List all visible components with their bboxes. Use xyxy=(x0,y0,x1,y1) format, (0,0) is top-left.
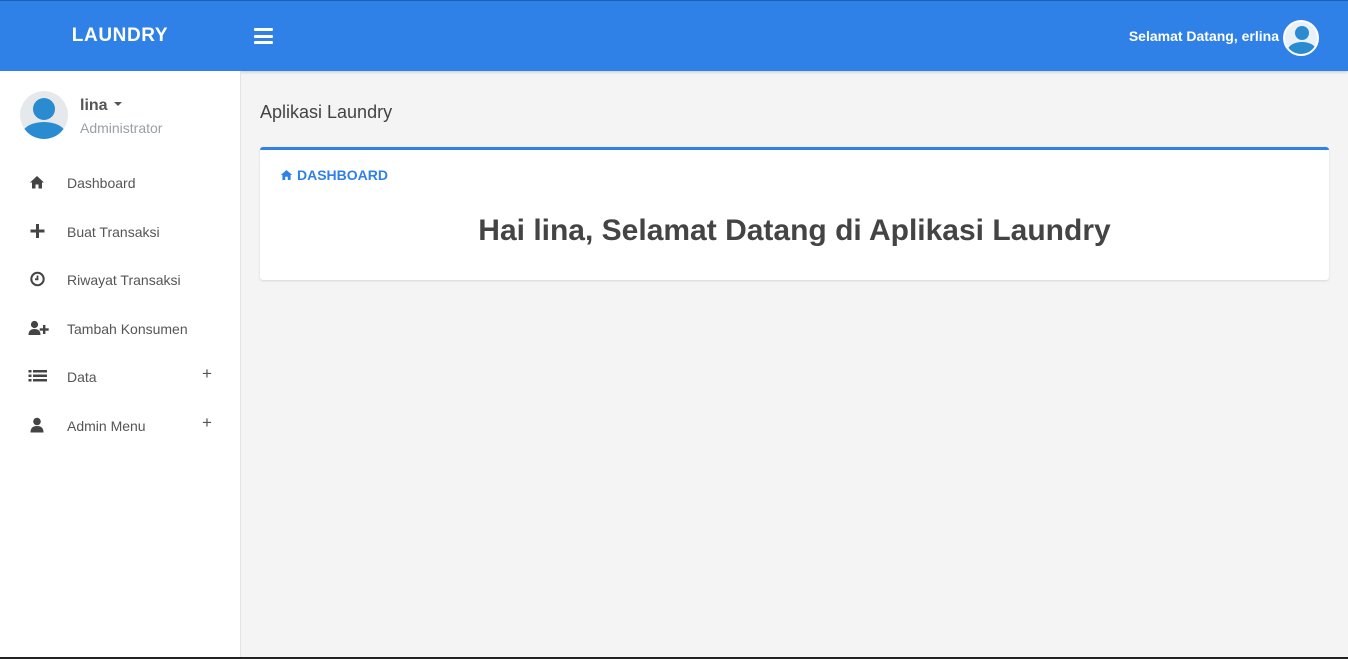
greeting-heading: Hai lina, Selamat Datang di Aplikasi Lau… xyxy=(478,214,1111,247)
sidebar-user-name-text: lina xyxy=(80,97,108,114)
caret-down-icon xyxy=(113,101,122,106)
sidebar-item-admin-menu[interactable]: Admin Menu + xyxy=(0,401,240,450)
sidebar-item-label: Dashboard xyxy=(67,175,136,191)
main-content: Aplikasi Laundry DASHBOARD Hai lina, Sel… xyxy=(241,71,1348,659)
card-header-text: DASHBOARD xyxy=(297,167,388,183)
expand-plus-icon[interactable]: + xyxy=(202,413,212,433)
user-icon xyxy=(28,417,48,435)
sidebar-item-buat-transaksi[interactable]: Buat Transaksi xyxy=(0,207,240,256)
sidebar-item-tambah-konsumen[interactable]: Tambah Konsumen xyxy=(0,304,240,353)
sidebar-item-label: Admin Menu xyxy=(67,417,146,434)
sidebar-item-dashboard[interactable]: Dashboard xyxy=(0,158,240,207)
sidebar-item-label: Tambah Konsumen xyxy=(67,320,188,337)
sidebar: lina Administrator Dashboard Buat Transa… xyxy=(0,71,241,659)
sidebar-item-label: Buat Transaksi xyxy=(67,223,160,240)
menu-toggle-icon[interactable] xyxy=(254,28,274,44)
sidebar-user-role: Administrator xyxy=(80,120,163,136)
home-icon xyxy=(280,168,293,180)
expand-plus-icon[interactable]: + xyxy=(202,364,212,384)
user-plus-icon xyxy=(28,320,49,338)
sidebar-item-label: Riwayat Transaksi xyxy=(67,272,181,289)
page-title: Aplikasi Laundry xyxy=(260,102,393,122)
brand-logo[interactable]: LAUNDRY xyxy=(0,1,240,72)
list-icon xyxy=(28,368,48,386)
sidebar-avatar-icon xyxy=(20,91,68,139)
sidebar-item-data[interactable]: Data + xyxy=(0,352,240,401)
user-avatar-icon[interactable] xyxy=(1283,20,1319,56)
sidebar-item-label: Data xyxy=(67,369,97,386)
sidebar-user-name[interactable]: lina xyxy=(80,97,122,115)
dashboard-card: DASHBOARD Hai lina, Selamat Datang di Ap… xyxy=(260,147,1329,280)
home-icon xyxy=(28,174,48,192)
welcome-text[interactable]: Selamat Datang, erlina xyxy=(1129,1,1279,71)
plus-icon xyxy=(28,223,48,241)
top-navbar: LAUNDRY Selamat Datang, erlina xyxy=(0,0,1348,71)
card-header: DASHBOARD xyxy=(280,167,388,183)
clock-icon xyxy=(28,271,48,289)
sidebar-menu: Dashboard Buat Transaksi Riwayat Transak… xyxy=(0,158,240,450)
sidebar-item-riwayat-transaksi[interactable]: Riwayat Transaksi xyxy=(0,255,240,304)
